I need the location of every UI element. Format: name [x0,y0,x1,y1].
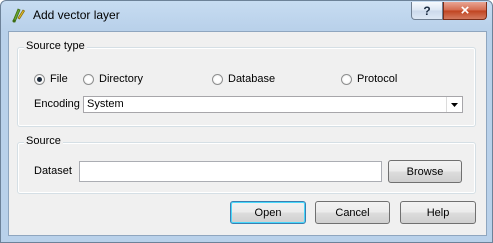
browse-button[interactable]: Browse [388,160,462,183]
radio-directory[interactable]: Directory [83,73,143,85]
radio-database-label: Database [228,73,276,85]
close-icon: × [460,2,470,19]
help-button[interactable]: Help [400,201,476,224]
cancel-button[interactable]: Cancel [315,201,390,224]
open-button[interactable]: Open [230,201,306,224]
open-button-label: Open [254,206,282,219]
browse-button-label: Browse [406,165,444,178]
source-group: Source Dataset Browse [17,135,476,194]
titlebar-close-button[interactable]: × [443,2,487,20]
qgis-app-icon [12,8,26,23]
help-button-label: Help [426,206,450,219]
help-icon: ? [423,3,431,18]
radio-file-indicator[interactable] [34,73,45,85]
dataset-label: Dataset [34,165,72,177]
window-title: Add vector layer [33,8,120,22]
encoding-select[interactable]: System [83,96,463,113]
radio-file[interactable]: File [34,73,68,85]
encoding-select-value: System [87,98,124,110]
source-group-title: Source [24,135,63,147]
titlebar-help-button[interactable]: ? [411,2,443,20]
radio-directory-indicator[interactable] [83,73,94,85]
radio-protocol-label: Protocol [357,73,398,85]
radio-database[interactable]: Database [212,73,275,85]
radio-file-label: File [50,73,68,85]
source-type-group: Source type File Directory Database Prot… [17,40,476,127]
cancel-button-label: Cancel [335,206,370,219]
radio-directory-label: Directory [99,73,144,85]
source-type-group-title: Source type [24,40,87,52]
chevron-down-icon[interactable] [446,97,462,112]
radio-database-indicator[interactable] [212,73,223,85]
dialog-body: Source type File Directory Database Prot… [8,31,487,236]
encoding-label: Encoding [34,98,80,110]
dialog-window: Add vector layer ? × Source type File Di… [0,0,493,243]
radio-selected-dot [37,76,42,82]
title-bar[interactable]: Add vector layer ? × [1,1,492,31]
radio-protocol[interactable]: Protocol [341,73,397,85]
radio-protocol-indicator[interactable] [341,73,352,85]
dataset-input[interactable] [79,161,382,182]
